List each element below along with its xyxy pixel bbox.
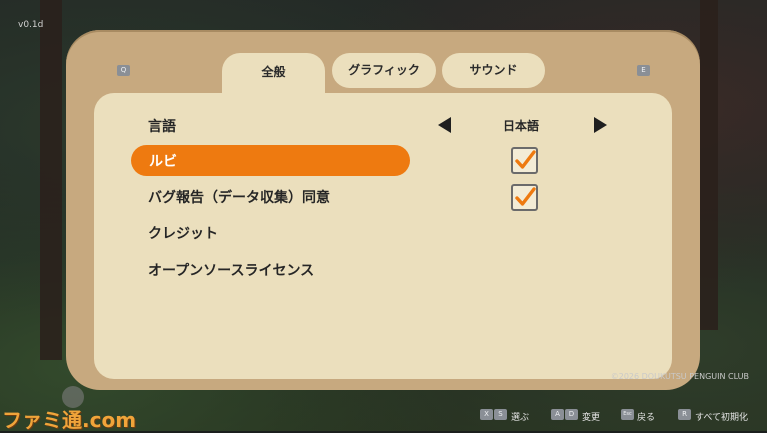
tab-label: サウンド xyxy=(469,63,518,77)
copyright-text: ©2026 DOUKUTSU PENGUIN CLUB xyxy=(610,372,749,381)
version-label: v0.1d xyxy=(18,20,44,30)
setting-language-label[interactable]: 言語 xyxy=(148,116,176,136)
checkmark-icon xyxy=(515,150,536,169)
ruby-checkbox[interactable] xyxy=(511,147,538,174)
language-value: 日本語 xyxy=(503,119,540,133)
hint-back: 戻る xyxy=(637,413,656,423)
arrow-right-icon[interactable] xyxy=(594,117,607,133)
watermark-logo: ファミ通.com xyxy=(2,408,137,432)
setting-oss-license-label[interactable]: オープンソースライセンス xyxy=(148,260,314,280)
hint-select: 選ぶ xyxy=(511,413,530,423)
tree-trunk xyxy=(40,0,62,360)
tree-trunk xyxy=(700,0,718,330)
checkmark-icon xyxy=(515,187,536,206)
key-a-icon: A xyxy=(551,409,564,420)
key-esc-icon: Esc xyxy=(621,409,634,420)
key-x-icon: X xyxy=(480,409,493,420)
prev-tab-key[interactable]: Q xyxy=(117,65,130,76)
arrow-left-icon[interactable] xyxy=(438,117,451,133)
setting-ruby-label[interactable]: ルビ xyxy=(149,151,177,171)
bug-report-checkbox[interactable] xyxy=(511,184,538,211)
tab-graphics[interactable]: グラフィック xyxy=(332,53,436,88)
key-s-icon: S xyxy=(494,409,507,420)
tab-label: 全般 xyxy=(261,65,286,79)
tab-label: グラフィック xyxy=(348,63,420,77)
key-d-icon: D xyxy=(565,409,578,420)
key-r-icon: R xyxy=(678,409,691,420)
setting-credits-label[interactable]: クレジット xyxy=(148,223,218,243)
tab-sound[interactable]: サウンド xyxy=(442,53,545,88)
hint-change: 変更 xyxy=(582,413,601,423)
next-tab-key[interactable]: E xyxy=(637,65,650,76)
hint-reset-all: すべて初期化 xyxy=(695,413,749,423)
setting-bug-report-label[interactable]: バグ報告（データ収集）同意 xyxy=(148,187,330,207)
